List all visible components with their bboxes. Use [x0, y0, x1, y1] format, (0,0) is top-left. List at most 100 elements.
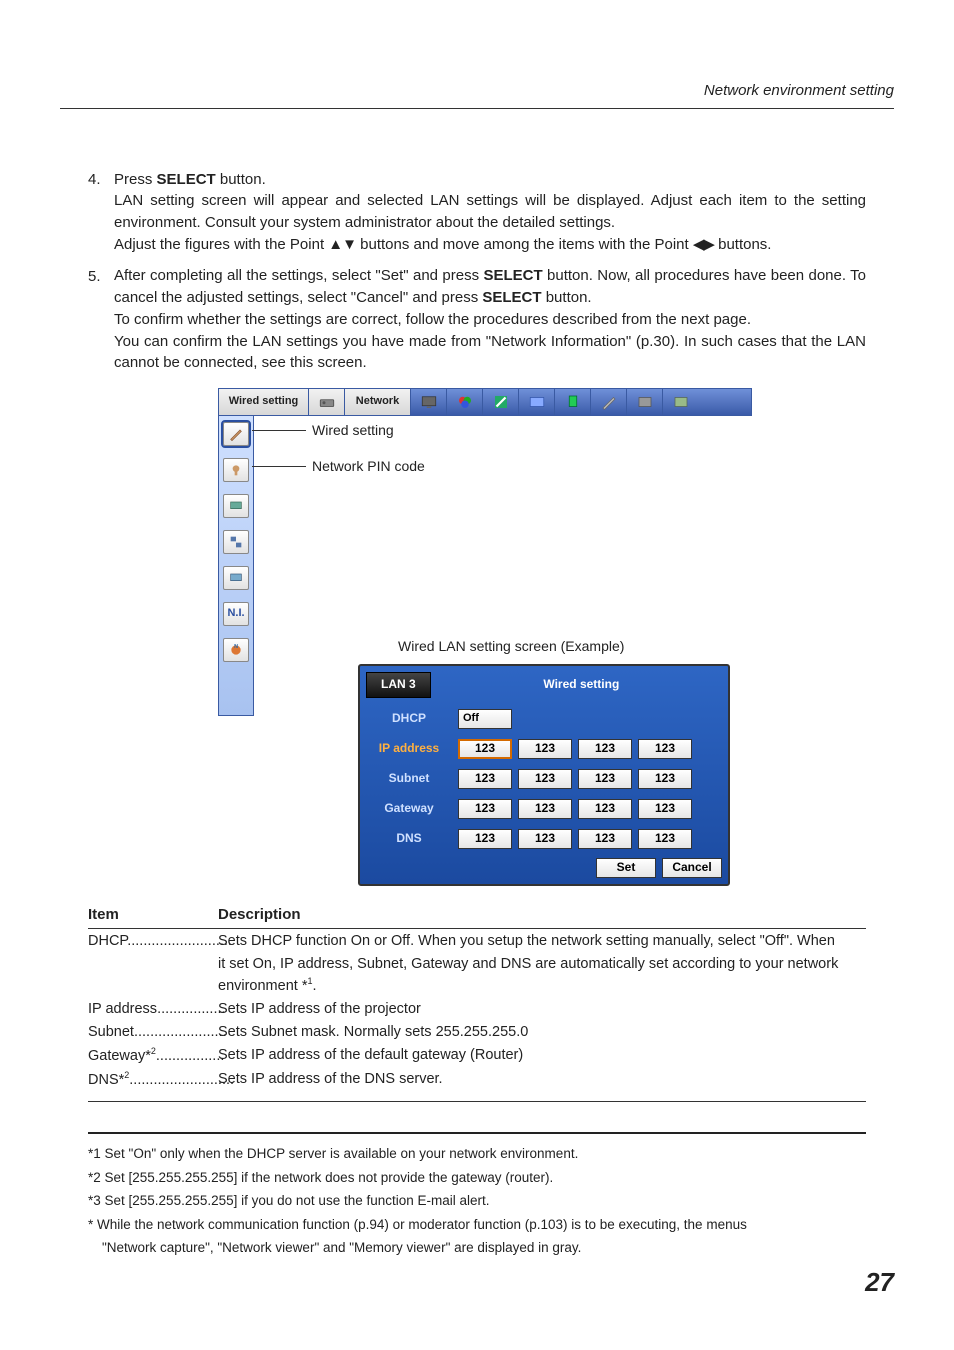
item-dhcp: DHCP	[88, 933, 127, 949]
svg-text:N: N	[234, 644, 238, 650]
sidebar-pin-code-icon[interactable]	[223, 458, 249, 482]
screen-icon	[528, 393, 546, 411]
label-dns: DNS	[366, 830, 452, 847]
text: buttons.	[714, 236, 772, 253]
select-word: SELECT	[483, 267, 542, 284]
text: buttons and move among the items with th…	[356, 236, 693, 253]
col-item: Item	[88, 904, 218, 926]
gateway-octet[interactable]: 123	[638, 799, 692, 819]
left-sidebar: N.I. N	[218, 416, 254, 716]
item-ip: IP address	[88, 1001, 157, 1017]
label-subnet: Subnet	[366, 770, 452, 787]
tab-icon[interactable]	[309, 389, 345, 415]
footnote-2: *2 Set [255.255.255.255] if the network …	[88, 1168, 866, 1188]
dns-octet[interactable]: 123	[578, 829, 632, 849]
pen-icon	[600, 393, 618, 411]
section-title: Network environment setting	[704, 82, 894, 99]
text: button.	[542, 289, 592, 306]
label-gateway: Gateway	[366, 800, 452, 817]
text: Press	[114, 171, 157, 188]
desc-dns: Sets IP address of the DNS server.	[218, 1069, 866, 1091]
text: Adjust the figures with the Point	[114, 236, 328, 253]
set-button[interactable]: Set	[596, 858, 656, 878]
ip-octet[interactable]: 123	[518, 739, 572, 759]
sidebar-icon[interactable]: N	[223, 638, 249, 662]
item-subnet: Subnet	[88, 1024, 134, 1040]
footnote-3: *3 Set [255.255.255.255] if you do not u…	[88, 1191, 866, 1211]
dns-octet[interactable]: 123	[638, 829, 692, 849]
subnet-octet[interactable]: 123	[458, 769, 512, 789]
step-4: 4. Press SELECT button. LAN setting scre…	[88, 169, 866, 256]
select-word: SELECT	[157, 171, 216, 188]
footnotes: *1 Set "On" only when the DHCP server is…	[88, 1132, 866, 1258]
description-table: Item Description DHCP...................…	[88, 904, 866, 1102]
page-header: Network environment setting	[60, 80, 894, 109]
gateway-octet[interactable]: 123	[518, 799, 572, 819]
cancel-button[interactable]: Cancel	[662, 858, 722, 878]
desc-ip: Sets IP address of the projector	[218, 999, 866, 1020]
ip-octet[interactable]: 123	[458, 739, 512, 759]
dns-octet[interactable]: 123	[458, 829, 512, 849]
tab-icon[interactable]	[627, 389, 663, 415]
arrows-left-right-icon: ◀▶	[693, 236, 714, 253]
arrows-up-down-icon: ▲▼	[328, 236, 356, 253]
select-word: SELECT	[482, 289, 541, 306]
paragraph: To confirm whether the settings are corr…	[114, 309, 866, 331]
callout-wired: Wired setting	[312, 420, 394, 440]
dots: .................	[156, 1048, 225, 1064]
item-dns: DNS*	[88, 1072, 124, 1088]
tab-wired-setting[interactable]: Wired setting	[219, 389, 309, 415]
subnet-octet[interactable]: 123	[638, 769, 692, 789]
tab-icon[interactable]	[447, 389, 483, 415]
display-icon	[420, 393, 438, 411]
tab-icon[interactable]	[483, 389, 519, 415]
col-description: Description	[218, 904, 301, 926]
gateway-octet[interactable]: 123	[578, 799, 632, 819]
adjust-icon	[492, 393, 510, 411]
desc-subnet: Sets Subnet mask. Normally sets 255.255.…	[218, 1022, 866, 1043]
callout-pin: Network PIN code	[312, 456, 425, 476]
desc-dhcp-1: Sets DHCP function On or Off. When you s…	[218, 931, 866, 952]
sidebar-ni-icon[interactable]: N.I.	[223, 602, 249, 626]
sidebar-icon[interactable]	[223, 494, 249, 518]
tab-network[interactable]: Network	[345, 389, 411, 415]
tab-icon[interactable]	[591, 389, 627, 415]
network-icon	[672, 393, 690, 411]
gateway-octet[interactable]: 123	[458, 799, 512, 819]
tab-icon[interactable]	[663, 389, 699, 415]
paragraph: You can confirm the LAN settings you hav…	[114, 331, 866, 375]
text: After completing all the settings, selec…	[114, 267, 483, 284]
lamp-icon	[564, 393, 582, 411]
ip-octet[interactable]: 123	[578, 739, 632, 759]
footnote-4b: "Network capture", "Network viewer" and …	[88, 1238, 866, 1258]
step-5: 5. After completing all the settings, se…	[88, 266, 866, 375]
step-number: 4.	[88, 169, 106, 191]
dots: .......................	[134, 1024, 227, 1040]
subnet-octet[interactable]: 123	[578, 769, 632, 789]
item-gateway: Gateway*	[88, 1048, 151, 1064]
desc-gateway: Sets IP address of the default gateway (…	[218, 1045, 866, 1067]
footnote-1: *1 Set "On" only when the DHCP server is…	[88, 1144, 866, 1164]
tab-icon[interactable]	[411, 389, 447, 415]
dns-octet[interactable]: 123	[518, 829, 572, 849]
tab-icon[interactable]	[519, 389, 555, 415]
label-ip: IP address	[366, 740, 452, 757]
dots: ..........................	[127, 933, 232, 949]
desc-dhcp-3: .	[312, 978, 316, 994]
sidebar-icon[interactable]	[223, 530, 249, 554]
subnet-octet[interactable]: 123	[518, 769, 572, 789]
sidebar-wired-setting-icon[interactable]	[223, 422, 249, 446]
ip-octet[interactable]: 123	[638, 739, 692, 759]
projector-icon	[318, 393, 336, 411]
footnote-4a: * While the network communication functi…	[88, 1215, 866, 1235]
step-number: 5.	[88, 266, 106, 288]
color-icon	[456, 393, 474, 411]
menu-ui-mock: Wired setting Network N.I. N	[218, 388, 752, 716]
sidebar-icon[interactable]	[223, 566, 249, 590]
top-menubar: Wired setting Network	[218, 388, 752, 416]
text: button.	[216, 171, 266, 188]
page-number: 27	[60, 1264, 894, 1302]
info-icon	[636, 393, 654, 411]
dots: .................	[157, 1001, 226, 1017]
tab-icon[interactable]	[555, 389, 591, 415]
